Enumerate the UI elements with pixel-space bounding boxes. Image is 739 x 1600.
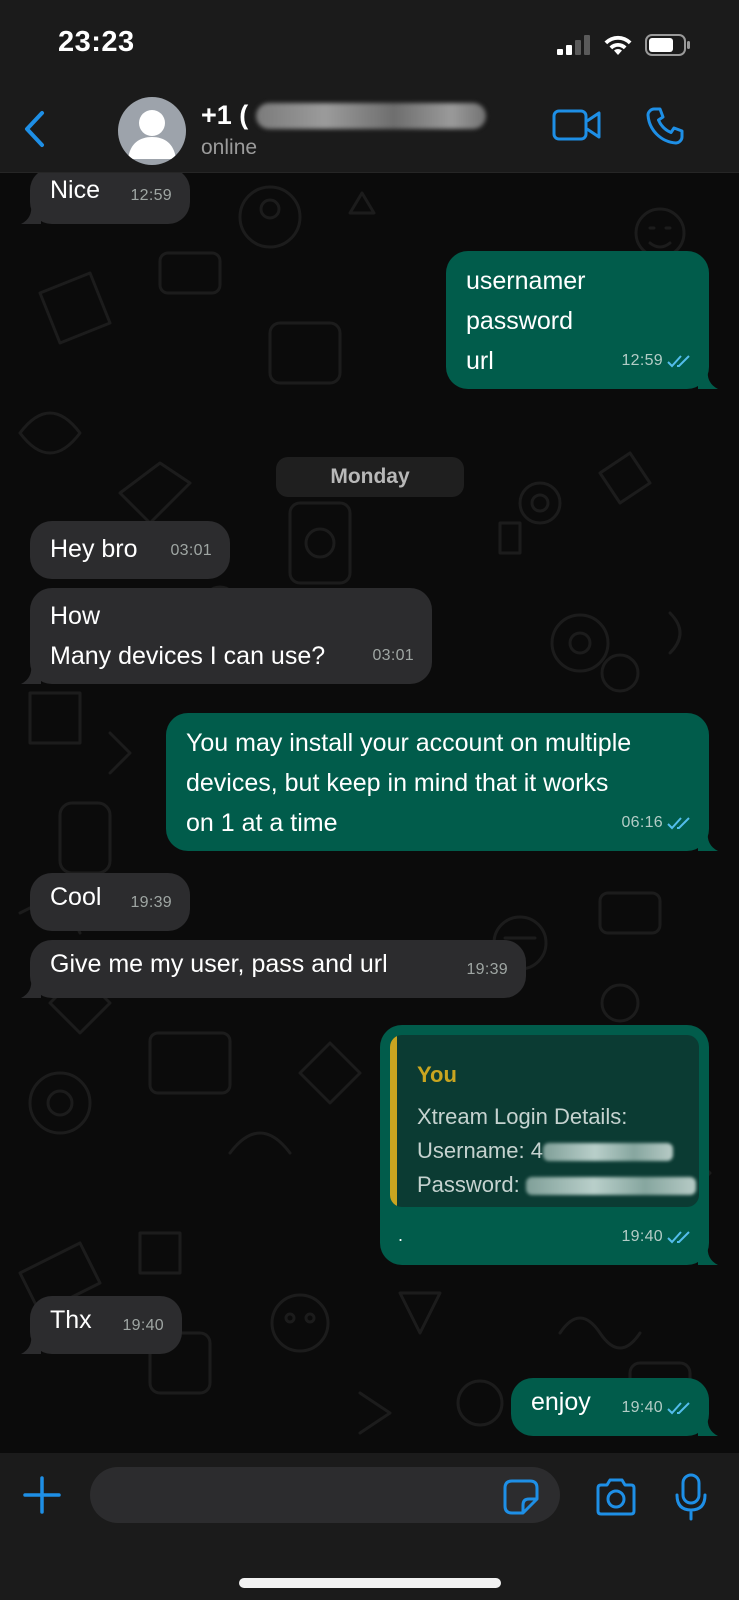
bubble-tail	[21, 204, 41, 224]
message-text: enjoy	[531, 1388, 591, 1416]
status-icons	[557, 34, 691, 56]
message-text: Cool	[50, 883, 102, 911]
message-bubble-incoming[interactable]: Hey bro 03:01	[30, 521, 230, 579]
bubble-tail	[698, 1245, 718, 1265]
message-time: 03:01	[372, 647, 414, 664]
message-bubble-incoming[interactable]: Give me my user, pass and url 19:39	[21, 940, 526, 998]
redacted-username	[542, 1143, 673, 1162]
message-text: Give me my user, pass and url	[50, 950, 388, 978]
message-meta: 19:39	[130, 883, 172, 923]
message-meta: 19:40	[621, 1388, 691, 1428]
message-text: Nice	[50, 176, 101, 204]
chat-header: +1 ( online	[0, 92, 739, 173]
message-text: How Many devices I can use?	[50, 602, 326, 670]
plus-icon	[23, 1476, 61, 1514]
quoted-message[interactable]: You Xtream Login Details: Username: 4 Pa…	[390, 1035, 699, 1207]
message-bubble-incoming[interactable]: Nice 12:59	[21, 173, 190, 224]
back-button[interactable]	[14, 106, 54, 152]
back-chevron-icon	[25, 111, 44, 147]
status-time: 23:23	[58, 26, 135, 58]
message-meta: 12:59	[621, 341, 691, 381]
bubble-tail	[21, 664, 41, 684]
contact-status: online	[201, 136, 258, 159]
video-camera-icon	[552, 109, 601, 141]
microphone-icon	[675, 1473, 707, 1521]
quote-password-row: Password:	[417, 1165, 696, 1205]
message-input[interactable]	[90, 1467, 560, 1523]
cellular-signal-icon	[557, 35, 590, 55]
message-time: 19:40	[122, 1317, 164, 1334]
message-time: 19:40	[621, 1399, 663, 1416]
message-bubble-incoming[interactable]: Cool 19:39	[30, 873, 190, 931]
bubble-tail	[698, 831, 718, 851]
status-bar: 23:23	[0, 0, 739, 92]
message-text: .	[398, 1225, 404, 1245]
quote-accent-bar	[390, 1035, 397, 1207]
read-double-check-icon	[667, 817, 690, 830]
message-time: 19:39	[466, 961, 508, 978]
message-text: usernamer password url	[466, 267, 586, 375]
video-call-button[interactable]	[552, 108, 602, 147]
quote-password-label: Password:	[417, 1172, 526, 1197]
bubble-tail	[698, 369, 718, 389]
message-bubble-outgoing[interactable]: enjoy 19:40	[511, 1378, 718, 1436]
chat-area[interactable]: Nice 12:59 usernamer password url 12:59 …	[0, 173, 739, 1453]
sticker-button[interactable]	[503, 1479, 539, 1520]
avatar-person-icon	[128, 110, 176, 159]
contact-name: +1 (	[201, 100, 249, 130]
bubble-tail	[21, 1334, 41, 1354]
message-input-bar	[0, 1453, 739, 1600]
bubble-tail	[21, 978, 41, 998]
message-meta: 06:16	[621, 803, 691, 843]
redacted-phone-number	[256, 102, 487, 129]
battery-icon	[645, 34, 690, 56]
redacted-password	[525, 1177, 696, 1196]
camera-icon	[596, 1478, 636, 1516]
message-bubble-outgoing[interactable]: You Xtream Login Details: Username: 4 Pa…	[380, 1025, 718, 1265]
message-meta: 12:59	[130, 176, 172, 216]
message-time: 06:16	[621, 814, 663, 831]
voice-call-button[interactable]	[645, 106, 685, 151]
read-double-check-icon	[667, 1402, 690, 1415]
message-time: 19:39	[130, 894, 172, 911]
read-double-check-icon	[667, 1231, 690, 1244]
microphone-button[interactable]	[674, 1473, 708, 1526]
message-bubble-incoming[interactable]: Thx 19:40	[21, 1296, 182, 1354]
message-text: Thx	[50, 1306, 92, 1334]
date-separator: Monday	[276, 457, 464, 497]
message-text: You may install your account on multiple…	[186, 729, 632, 837]
message-time: 03:01	[170, 542, 212, 559]
message-meta: 03:01	[170, 531, 212, 571]
home-indicator	[239, 1578, 501, 1588]
quote-username-label: Username: 4	[417, 1138, 543, 1163]
message-text: Hey bro	[50, 535, 138, 563]
message-meta: 03:01	[372, 636, 414, 676]
read-double-check-icon	[667, 355, 690, 368]
avatar[interactable]	[118, 97, 186, 165]
wifi-icon	[604, 35, 632, 55]
attach-button[interactable]	[22, 1475, 62, 1520]
camera-button[interactable]	[594, 1478, 638, 1521]
message-bubble-outgoing[interactable]: You may install your account on multiple…	[166, 713, 718, 851]
phone-icon	[646, 107, 684, 145]
message-bubble-outgoing[interactable]: usernamer password url 12:59	[446, 251, 718, 389]
bubble-tail	[698, 1416, 718, 1436]
message-meta: 19:39	[466, 950, 508, 990]
sticker-icon	[503, 1479, 539, 1515]
message-time: 12:59	[621, 352, 663, 369]
message-meta: 19:40	[122, 1306, 164, 1346]
message-time: 19:40	[621, 1228, 663, 1245]
message-time: 12:59	[130, 187, 172, 204]
message-bubble-incoming[interactable]: How Many devices I can use? 03:01	[21, 588, 432, 684]
message-meta: 19:40	[621, 1217, 691, 1257]
quote-author: You	[417, 1062, 457, 1087]
contact-name-row[interactable]: +1 (	[201, 100, 487, 131]
